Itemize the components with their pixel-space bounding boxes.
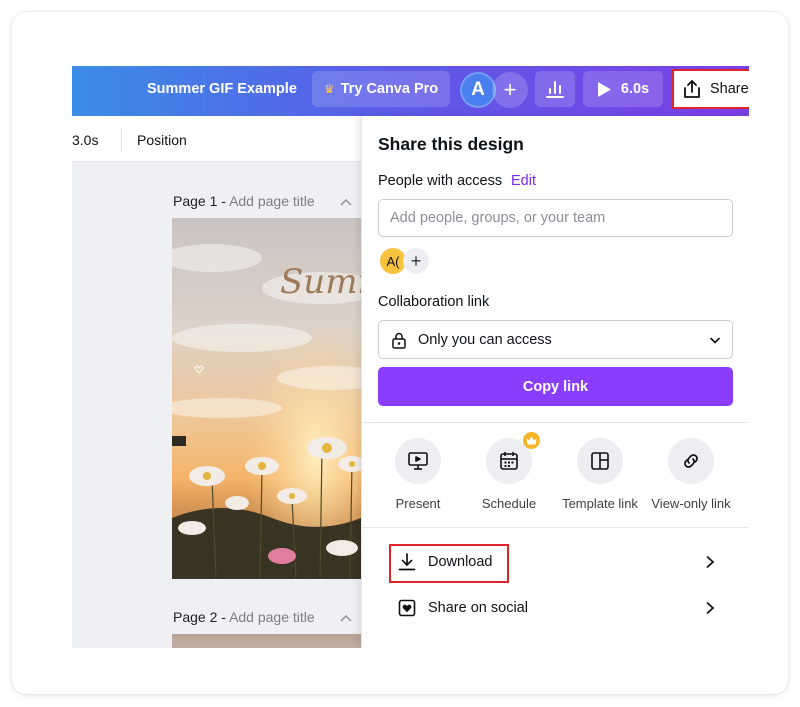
copy-link-button[interactable]: Copy link — [378, 367, 733, 406]
toolbar-divider — [121, 127, 122, 153]
share-panel-title: Share this design — [378, 134, 524, 154]
calendar-icon — [500, 452, 518, 470]
crown-icon: ♛ — [323, 82, 335, 96]
edit-access-link[interactable]: Edit — [511, 173, 536, 189]
play-duration-label: 6.0s — [620, 81, 650, 97]
page-2-header: Page 2 - Add page title — [173, 609, 315, 625]
view-only-link-option[interactable]: View-only link — [646, 438, 736, 511]
link-icon — [684, 454, 698, 468]
screenshot-frame: Summer GIF Example ♛ Try Canva Pro A + 6… — [12, 12, 788, 694]
try-canva-pro-button[interactable]: ♛ Try Canva Pro — [312, 71, 450, 107]
panel-divider — [362, 422, 749, 423]
position-button[interactable]: Position — [137, 132, 187, 148]
schedule-label: Schedule — [481, 496, 537, 511]
page-1-script-text: Summ — [280, 262, 372, 302]
pro-crown-badge-icon — [523, 432, 540, 449]
share-panel: Share this design People with access Edi… — [361, 116, 749, 648]
template-link-label: Template link — [562, 496, 638, 511]
try-canva-pro-label: Try Canva Pro — [340, 81, 439, 97]
play-icon — [597, 81, 611, 97]
top-bar: Summer GIF Example ♛ Try Canva Pro A + 6… — [72, 66, 749, 116]
page-1-canvas[interactable]: Summ — [172, 218, 372, 579]
collaboration-link-label: Collaboration link — [378, 294, 490, 310]
download-highlight-box — [389, 544, 509, 583]
bar-chart-icon — [546, 81, 564, 98]
collapse-page-1-icon[interactable] — [340, 197, 352, 209]
share-on-social-label: Share on social — [428, 600, 528, 616]
chevron-right-icon — [706, 555, 715, 569]
share-button[interactable]: Share — [672, 69, 749, 109]
insights-button[interactable] — [535, 71, 575, 107]
page-2-title-input[interactable]: Add page title — [229, 609, 315, 625]
lock-icon — [392, 332, 406, 349]
duration-control[interactable]: 3.0s — [72, 132, 98, 148]
present-option[interactable]: Present — [373, 438, 463, 511]
present-icon — [408, 452, 428, 470]
share-label: Share — [710, 81, 749, 97]
upload-icon — [684, 80, 700, 98]
chevron-down-icon — [709, 336, 721, 344]
access-level-select[interactable]: Only you can access — [378, 320, 733, 359]
heart-icon — [398, 599, 416, 617]
panel-divider-2 — [362, 527, 749, 528]
schedule-option[interactable]: Schedule — [464, 432, 554, 511]
collapse-page-2-icon[interactable] — [340, 613, 352, 625]
view-only-link-label: View-only link — [651, 496, 731, 511]
invite-button[interactable]: + — [492, 72, 528, 108]
access-level-value: Only you can access — [418, 331, 552, 348]
page-2-canvas[interactable] — [172, 634, 372, 648]
template-link-option[interactable]: Template link — [555, 438, 645, 511]
page-1-label: Page 1 - — [173, 193, 226, 209]
share-on-social-row[interactable]: Share on social — [378, 590, 733, 626]
document-title[interactable]: Summer GIF Example — [147, 81, 297, 97]
template-icon — [591, 452, 609, 470]
page-2-label: Page 2 - — [173, 609, 226, 625]
add-people-input[interactable] — [378, 199, 733, 237]
sunset-flowers-image: Summ — [172, 218, 372, 579]
chevron-right-icon — [706, 601, 715, 615]
page-1-title-input[interactable]: Add page title — [229, 193, 315, 209]
user-avatar[interactable]: A — [460, 72, 496, 108]
people-access-label: People with access — [378, 173, 503, 189]
present-label: Present — [395, 496, 441, 511]
canva-editor: Summer GIF Example ♛ Try Canva Pro A + 6… — [72, 66, 749, 648]
add-member-button[interactable]: + — [403, 248, 429, 274]
play-preview-button[interactable]: 6.0s — [583, 71, 663, 107]
page-1-header: Page 1 - Add page title — [173, 193, 315, 209]
